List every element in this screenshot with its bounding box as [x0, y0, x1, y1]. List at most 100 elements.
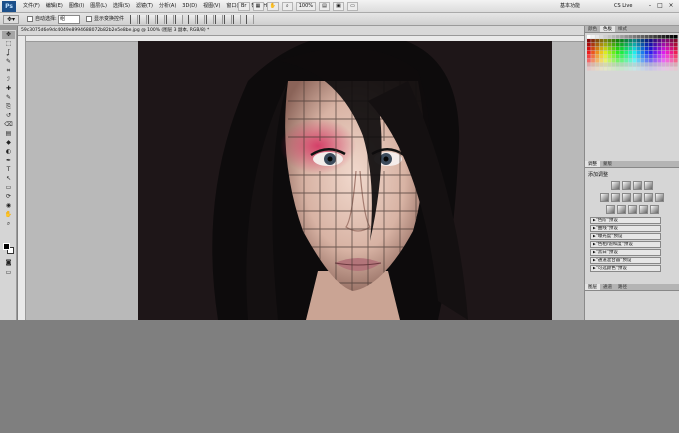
screen-mode-icon[interactable]: ▭ — [2, 269, 15, 277]
invert-icon[interactable] — [605, 205, 615, 214]
pen-tool-icon[interactable]: ✒ — [2, 157, 15, 165]
menu-file[interactable]: 文件(F) — [20, 0, 43, 13]
align-hcenter-icon[interactable] — [166, 15, 174, 24]
hand-tool-icon[interactable]: ✋ — [2, 211, 15, 219]
shape-tool-icon[interactable]: ▭ — [2, 184, 15, 192]
tab-layers[interactable]: 图层 — [585, 284, 600, 290]
gradient-map-icon[interactable] — [638, 205, 648, 214]
distribute-hcenter-icon[interactable] — [224, 15, 232, 24]
menu-3d[interactable]: 3D(D) — [179, 0, 200, 13]
gradient-tool-icon[interactable]: ▤ — [2, 130, 15, 138]
align-vcenter-icon[interactable] — [139, 15, 147, 24]
menu-select[interactable]: 选择(S) — [110, 0, 133, 13]
3d-camera-tool-icon[interactable]: ◉ — [2, 202, 15, 210]
minimize-icon[interactable]: - — [645, 1, 655, 11]
document-tab[interactable]: 59c3075d6e9dc4049e8994688072b82b2e5e8be.… — [18, 26, 584, 36]
swatch-cell — [649, 47, 653, 51]
workspace-switcher[interactable]: 基本功能 — [560, 2, 580, 11]
arrange-documents-button[interactable]: ▣ — [333, 2, 345, 11]
show-transform-checkbox[interactable] — [86, 16, 92, 22]
tab-swatches[interactable]: 色板 — [600, 26, 615, 32]
preset-black-white[interactable]: "黑白"预设 — [590, 249, 661, 256]
foreground-color-swatch[interactable] — [3, 243, 10, 250]
align-right-icon[interactable] — [175, 15, 183, 24]
black-white-icon[interactable] — [633, 193, 642, 202]
levels-icon[interactable] — [622, 181, 631, 190]
tab-channels[interactable]: 通道 — [600, 284, 615, 290]
dodge-tool-icon[interactable]: ◐ — [2, 148, 15, 156]
preset-curves[interactable]: "曲线"预设 — [590, 225, 661, 232]
channel-mixer-icon[interactable] — [655, 193, 664, 202]
close-icon[interactable]: × — [666, 1, 676, 11]
healing-tool-icon[interactable]: ✚ — [2, 85, 15, 93]
eyedropper-tool-icon[interactable]: ℐ — [2, 76, 15, 84]
zoom-tool-icon[interactable]: ⌕ — [2, 220, 15, 228]
blur-tool-icon[interactable]: ◆ — [2, 139, 15, 147]
move-tool-preset[interactable]: ✥▾ — [3, 15, 19, 24]
tab-masks[interactable]: 蒙版 — [600, 161, 615, 167]
cs-live-button[interactable]: CS Live — [614, 2, 632, 11]
clone-tool-icon[interactable]: ⎘ — [2, 103, 15, 111]
preset-selective-color[interactable]: "可选颜色"预设 — [590, 265, 661, 272]
photo-filter-icon[interactable] — [644, 193, 653, 202]
distribute-left-icon[interactable] — [215, 15, 223, 24]
preset-hue-saturation[interactable]: "色相/饱和度"预设 — [590, 241, 661, 248]
distribute-top-icon[interactable] — [188, 15, 196, 24]
maximize-icon[interactable]: □ — [655, 1, 665, 11]
hue-saturation-icon[interactable] — [611, 193, 620, 202]
tools-panel-grip[interactable] — [0, 26, 16, 30]
zoom-tool-button[interactable]: ⌕ — [281, 2, 293, 11]
auto-align-icon[interactable] — [246, 15, 254, 24]
swatch-cell — [665, 39, 670, 43]
auto-select-checkbox[interactable] — [27, 16, 33, 22]
brightness-icon[interactable] — [611, 181, 620, 190]
screen-mode-button[interactable]: ▭ — [347, 2, 359, 11]
vibrance-icon[interactable] — [600, 193, 609, 202]
zoom-level[interactable]: 100% — [295, 2, 317, 11]
move-tool-icon[interactable]: ✥ — [2, 31, 15, 39]
distribute-vcenter-icon[interactable] — [197, 15, 205, 24]
menu-analysis[interactable]: 分析(A) — [156, 0, 179, 13]
3d-rotate-tool-icon[interactable]: ⟳ — [2, 193, 15, 201]
menu-filter[interactable]: 滤镜(T) — [133, 0, 156, 13]
quick-mask-icon[interactable]: ◙ — [2, 259, 15, 267]
tab-color[interactable]: 颜色 — [585, 26, 600, 32]
selective-color-icon[interactable] — [649, 205, 659, 214]
align-left-icon[interactable] — [157, 15, 165, 24]
lasso-tool-icon[interactable]: ʆ — [2, 49, 15, 57]
threshold-icon[interactable] — [627, 205, 637, 214]
menu-image[interactable]: 图像(I) — [66, 0, 87, 13]
tab-paths[interactable]: 路径 — [615, 284, 630, 290]
menu-view[interactable]: 视图(V) — [200, 0, 223, 13]
marquee-tool-icon[interactable]: ⬚ — [2, 40, 15, 48]
posterize-icon[interactable] — [616, 205, 626, 214]
menu-layer[interactable]: 图层(L) — [87, 0, 110, 13]
align-top-icon[interactable] — [130, 15, 138, 24]
exposure-icon[interactable] — [644, 181, 653, 190]
swatches-grid[interactable] — [587, 35, 678, 71]
auto-select-dropdown[interactable]: 组 — [58, 15, 80, 24]
bridge-button[interactable]: Br — [238, 2, 250, 11]
eraser-tool-icon[interactable]: ⌫ — [2, 121, 15, 129]
view-extras-button[interactable]: ▤ — [319, 2, 331, 11]
preset-levels[interactable]: "色阶"预设 — [590, 217, 661, 224]
crop-tool-icon[interactable]: ⌗ — [2, 67, 15, 75]
menu-edit[interactable]: 编辑(E) — [43, 0, 66, 13]
align-bottom-icon[interactable] — [148, 15, 156, 24]
distribute-right-icon[interactable] — [233, 15, 241, 24]
brush-tool-icon[interactable]: ✎ — [2, 94, 15, 102]
quick-select-tool-icon[interactable]: ✎ — [2, 58, 15, 66]
preset-exposure[interactable]: "曝光度"预设 — [590, 233, 661, 240]
type-tool-icon[interactable]: T — [2, 166, 15, 174]
minibridge-button[interactable]: ▦ — [252, 2, 264, 11]
curves-icon[interactable] — [633, 181, 642, 190]
preset-channel-mixer[interactable]: "通道混合器"预设 — [590, 257, 661, 264]
path-select-tool-icon[interactable]: ↖ — [2, 175, 15, 183]
history-brush-tool-icon[interactable]: ↺ — [2, 112, 15, 120]
distribute-bottom-icon[interactable] — [206, 15, 214, 24]
tab-adjustments[interactable]: 调整 — [585, 161, 600, 167]
document-canvas[interactable] — [138, 41, 552, 320]
color-balance-icon[interactable] — [622, 193, 631, 202]
hand-tool-button[interactable]: ✋ — [266, 2, 279, 11]
tab-styles[interactable]: 样式 — [615, 26, 630, 32]
